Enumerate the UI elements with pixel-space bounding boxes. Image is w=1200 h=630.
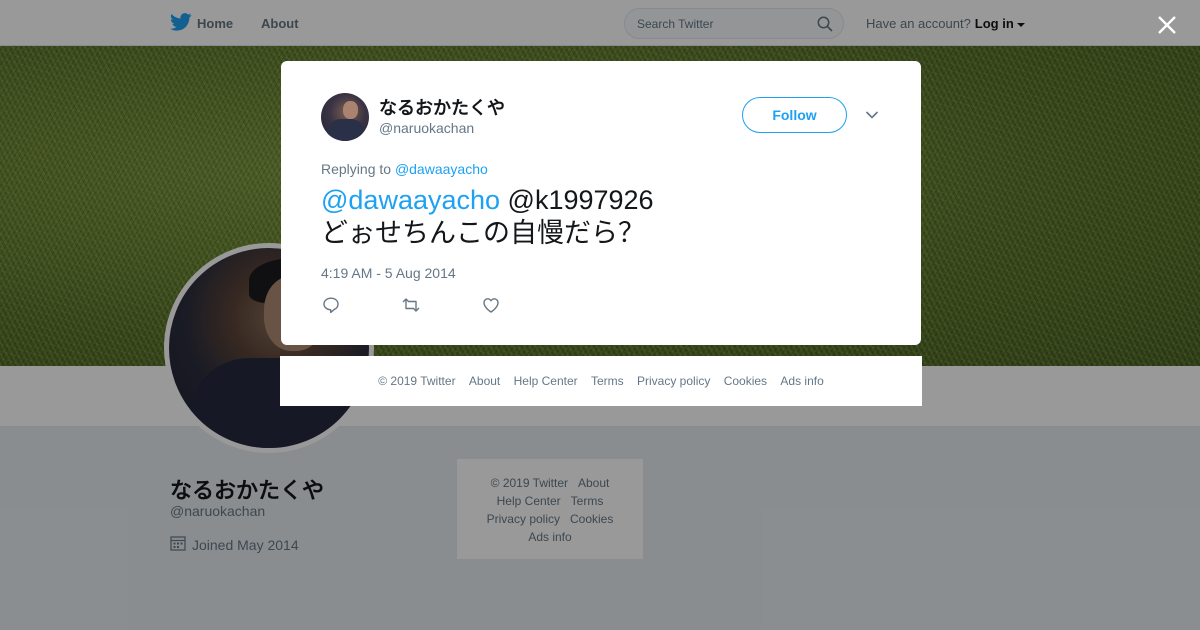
replying-to-line: Replying to @dawaayacho: [321, 161, 488, 177]
tweet-body-line: どぉせちんこの自慢だら？: [321, 218, 645, 248]
modal-footer-privacy-link[interactable]: Privacy policy: [637, 374, 710, 388]
reply-icon[interactable]: [321, 295, 341, 315]
replying-prefix: Replying to: [321, 161, 392, 177]
tweet-author-handle[interactable]: @naruokachan: [379, 120, 474, 136]
tweet-mention-link[interactable]: @dawaayacho: [321, 185, 500, 215]
tweet-timestamp[interactable]: 4:19 AM - 5 Aug 2014: [321, 265, 456, 281]
modal-footer-cookies-link[interactable]: Cookies: [724, 374, 767, 388]
tweet-author-avatar[interactable]: [321, 93, 369, 141]
follow-button[interactable]: Follow: [742, 97, 847, 133]
tweet-modal: なるおかたくや @naruokachan Follow Replying to …: [281, 61, 921, 345]
modal-footer-ads-link[interactable]: Ads info: [780, 374, 823, 388]
modal-footer: © 2019 Twitter About Help Center Terms P…: [280, 356, 922, 406]
tweet-author-name[interactable]: なるおかたくや: [379, 94, 505, 120]
replying-to-link[interactable]: @dawaayacho: [395, 161, 488, 177]
chevron-down-icon[interactable]: [865, 107, 879, 125]
retweet-icon[interactable]: [401, 295, 421, 315]
modal-footer-terms-link[interactable]: Terms: [591, 374, 624, 388]
tweet-mention-plain: @k1997926: [507, 185, 654, 215]
modal-footer-copyright: © 2019 Twitter: [378, 374, 456, 388]
tweet-text: @dawaayacho @k1997926 どぉせちんこの自慢だら？: [321, 184, 881, 250]
close-icon[interactable]: [1155, 13, 1179, 37]
heart-icon[interactable]: [481, 295, 501, 315]
modal-footer-help-link[interactable]: Help Center: [514, 374, 578, 388]
modal-footer-about-link[interactable]: About: [469, 374, 500, 388]
